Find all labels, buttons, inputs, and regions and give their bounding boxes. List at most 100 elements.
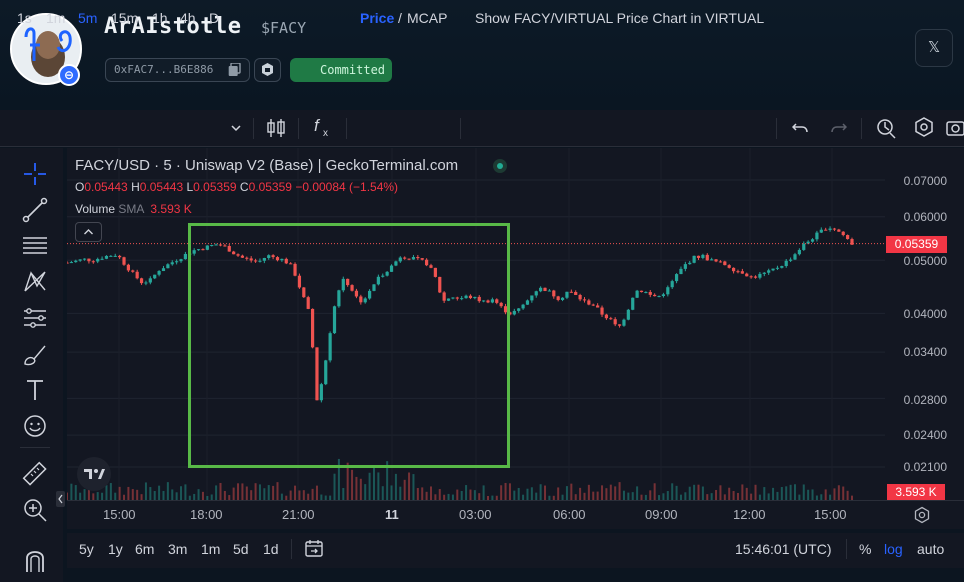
interval-5m[interactable]: 5m — [78, 0, 97, 37]
mcap-toggle[interactable]: MCAP — [407, 0, 447, 37]
legend-collapse-button[interactable] — [75, 222, 102, 242]
interval-15m[interactable]: 15m — [111, 0, 138, 37]
alert-icon[interactable] — [875, 117, 897, 139]
tradingview-logo[interactable] — [77, 457, 111, 491]
text-icon[interactable] — [21, 376, 49, 404]
volume-bar — [219, 482, 222, 500]
interval-1m[interactable]: 1m — [46, 0, 65, 37]
redo-icon[interactable] — [831, 120, 847, 136]
volume-bar — [824, 489, 827, 500]
prediction-icon[interactable] — [21, 304, 49, 332]
volume-bar — [842, 486, 845, 500]
volume-bar — [579, 487, 582, 500]
candle-body — [166, 264, 170, 269]
range-6m[interactable]: 6m — [135, 541, 154, 557]
range-5y[interactable]: 5y — [79, 541, 94, 557]
range-3m[interactable]: 3m — [168, 541, 187, 557]
candle-body — [696, 255, 701, 258]
sma-label: SMA — [118, 202, 144, 216]
candle-body — [745, 273, 749, 277]
interval-1s[interactable]: 1s — [17, 0, 32, 37]
volume-bar — [136, 489, 139, 500]
range-1m[interactable]: 1m — [201, 541, 220, 557]
toolbar-divider — [298, 118, 299, 139]
price-axis-label: 0.02100 — [903, 460, 947, 474]
range-1y[interactable]: 1y — [108, 541, 123, 557]
volume-bar — [557, 487, 560, 500]
pattern-icon[interactable] — [21, 268, 49, 296]
chart-toolbar — [0, 110, 964, 147]
candle-body — [771, 268, 775, 271]
candle-body — [78, 259, 82, 261]
log-scale-toggle[interactable]: log — [884, 541, 903, 557]
volume-bar — [601, 485, 604, 500]
camera-icon[interactable] — [946, 117, 964, 137]
x-social-button[interactable]: 𝕏 — [915, 29, 953, 67]
high-value: 0.05443 — [139, 180, 184, 194]
trendline-icon[interactable] — [21, 196, 49, 224]
auto-scale-toggle[interactable]: auto — [917, 541, 944, 557]
candle-body — [113, 255, 117, 257]
volume-bar — [666, 491, 669, 500]
copy-icon[interactable] — [228, 63, 241, 77]
chevron-down-icon[interactable] — [230, 122, 242, 134]
interval-4h[interactable]: 4h — [180, 0, 196, 37]
avatar-badge: ⊖ — [58, 64, 80, 86]
candle-body — [657, 296, 661, 298]
volume-bar — [223, 490, 226, 500]
utc-clock[interactable]: 15:46:01 (UTC) — [735, 541, 831, 557]
show-virtual-chart-button[interactable]: Show FACY/VIRTUAL Price Chart in VIRTUAL — [475, 0, 764, 37]
volume-bar — [355, 476, 358, 500]
candle-body — [688, 262, 692, 265]
volume-bar — [631, 492, 634, 500]
candle-body — [609, 318, 613, 320]
percent-scale-toggle[interactable]: % — [859, 541, 871, 557]
hexagon-settings-icon[interactable] — [913, 116, 935, 138]
volume-bar — [710, 493, 713, 500]
interval-1h[interactable]: 1h — [152, 0, 168, 37]
fx-icon[interactable]: f x — [312, 116, 332, 138]
volume-bar — [833, 488, 836, 500]
volume-bar — [688, 486, 691, 500]
fib-icon[interactable] — [21, 232, 49, 260]
volume-bar — [302, 490, 305, 500]
candles-icon[interactable] — [266, 117, 286, 139]
candle-body — [710, 259, 714, 261]
magnet-icon[interactable] — [21, 546, 49, 574]
goto-date-icon[interactable] — [304, 538, 324, 558]
volume-bar — [517, 487, 520, 500]
volume-bar — [96, 492, 99, 500]
toolbar-divider — [460, 118, 461, 139]
range-1d[interactable]: 1d — [263, 541, 279, 557]
emoji-icon[interactable] — [21, 412, 49, 440]
candle-body — [591, 304, 595, 306]
range-5d[interactable]: 5d — [233, 541, 249, 557]
candle-body — [810, 239, 815, 242]
candle-body — [91, 261, 95, 263]
price-toggle[interactable]: Price — [360, 0, 394, 37]
volume-bar — [381, 486, 384, 500]
time-axis-day-label: 11 — [385, 507, 399, 522]
undo-icon[interactable] — [792, 120, 808, 136]
time-axis-label: 03:00 — [459, 507, 492, 522]
chart-settings-icon[interactable] — [913, 506, 931, 524]
volume-bar — [662, 493, 665, 500]
collapse-toolbar-icon[interactable] — [56, 491, 65, 507]
candle-body — [701, 254, 705, 258]
candle-body — [560, 297, 565, 300]
candle-body — [653, 294, 657, 297]
ruler-icon[interactable] — [21, 460, 49, 488]
zoom-icon[interactable] — [21, 496, 49, 524]
candle-body — [727, 265, 731, 268]
candle-body — [661, 294, 666, 297]
tool-divider — [20, 447, 50, 448]
volume-bar — [526, 488, 529, 500]
brush-icon[interactable] — [21, 340, 49, 368]
interval-d[interactable]: D — [209, 0, 219, 37]
volume-bar — [372, 466, 375, 500]
volume-bar — [846, 490, 849, 500]
crosshair-icon[interactable] — [21, 160, 49, 188]
volume-bar — [684, 492, 687, 500]
explorer-button[interactable] — [254, 58, 281, 82]
volume-bar — [118, 486, 121, 500]
